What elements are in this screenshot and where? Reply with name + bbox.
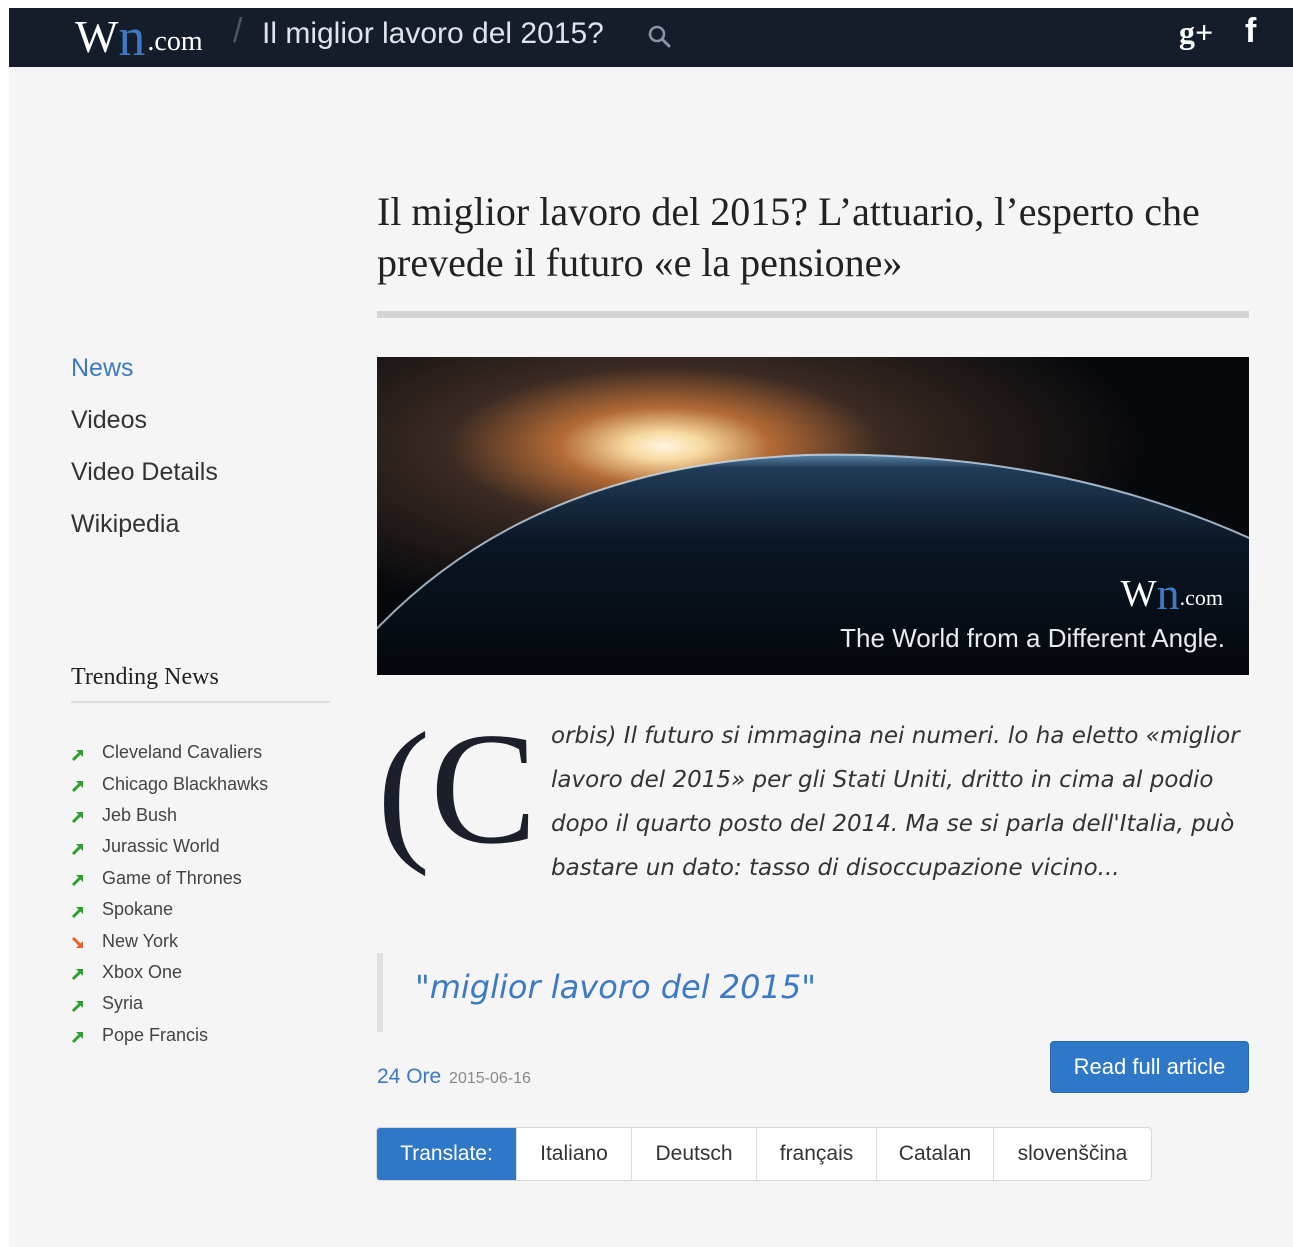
trending-label: Spokane [102, 899, 174, 920]
search-icon[interactable] [647, 24, 673, 54]
top-bar: Wn .com / Il miglior lavoro del 2015? g+ … [9, 8, 1293, 67]
trending-label: Xbox One [102, 961, 183, 982]
sidebar-nav: News Videos Video Details Wikipedia [71, 348, 218, 556]
article-lede: orbis) Il futuro si immagina nei numeri.… [551, 723, 1240, 881]
trend-up-icon [71, 997, 85, 1012]
quote-bar [377, 953, 383, 1032]
list-item[interactable]: Jeb Bush [71, 800, 268, 831]
hero-tagline: The World from a Different Angle. [840, 623, 1225, 653]
trending-label: Cleveland Cavaliers [102, 742, 263, 763]
facebook-icon[interactable]: f [1245, 12, 1256, 51]
breadcrumb-separator: / [233, 12, 243, 50]
source-date: 2015-06-16 [449, 1070, 531, 1087]
trend-up-icon [71, 871, 85, 887]
trend-up-icon [71, 777, 85, 793]
article-headline: Il miglior lavoro del 2015? L’attuario, … [377, 189, 1200, 285]
trending-title: Trending News [71, 664, 219, 690]
hero-logo: Wn .com [1120, 568, 1223, 619]
trending-list: Cleveland Cavaliers Chicago Blackhawks J… [71, 737, 268, 1051]
headline-divider [377, 311, 1249, 318]
article-source: 24 Ore 2015-06-16 [377, 1065, 531, 1089]
hero-logo-domain: .com [1179, 585, 1223, 610]
hero-logo-w: W [1120, 573, 1157, 615]
translate-label: Translate: [377, 1128, 516, 1180]
logo-domain: .com [147, 26, 203, 57]
logo-w: W [75, 11, 119, 62]
sidebar-item-news[interactable]: News [71, 348, 218, 400]
trending-label: Pope Francis [102, 1024, 209, 1045]
trend-up-icon [71, 1028, 85, 1044]
source-name[interactable]: 24 Ore [377, 1065, 441, 1088]
trend-up-icon [71, 746, 85, 761]
lang-francais[interactable]: français [756, 1128, 876, 1180]
trending-label: Syria [102, 993, 144, 1014]
logo-n: n [118, 8, 146, 67]
lang-italiano[interactable]: Italiano [516, 1128, 631, 1180]
read-full-article-button[interactable]: Read full article [1050, 1041, 1249, 1093]
pull-quote: "miglior lavoro del 2015" [415, 968, 816, 1006]
list-item[interactable]: Jurassic World [71, 831, 268, 862]
trending-label: Game of Thrones [102, 867, 242, 888]
list-item[interactable]: Cleveland Cavaliers [71, 737, 268, 768]
list-item[interactable]: Pope Francis [71, 1020, 268, 1051]
trend-down-icon [71, 934, 85, 949]
hero-logo-n: n [1156, 568, 1180, 619]
translate-bar: Translate: Italiano Deutsch français Cat… [376, 1127, 1152, 1181]
lang-deutsch[interactable]: Deutsch [631, 1128, 756, 1180]
trend-up-icon [71, 840, 85, 855]
trend-up-icon [71, 965, 85, 981]
trending-label: Jeb Bush [102, 804, 178, 825]
trend-up-icon [71, 903, 85, 918]
list-item[interactable]: Xbox One [71, 957, 268, 988]
trend-up-icon [71, 808, 85, 824]
page: Wn .com / Il miglior lavoro del 2015? g+ … [9, 8, 1293, 1247]
trending-divider [71, 701, 330, 703]
sidebar-item-video-details[interactable]: Video Details [71, 452, 218, 504]
list-item[interactable]: Chicago Blackhawks [71, 768, 268, 799]
trending-label: Chicago Blackhawks [102, 773, 269, 794]
trending-label: Jurassic World [102, 836, 220, 857]
breadcrumb-title[interactable]: Il miglior lavoro del 2015? [262, 17, 604, 51]
drop-cap: (C [377, 699, 537, 877]
list-item[interactable]: Syria [71, 988, 268, 1019]
google-plus-icon[interactable]: g+ [1179, 14, 1213, 51]
lang-slovenscina[interactable]: slovenščina [993, 1128, 1151, 1180]
list-item[interactable]: New York [71, 925, 268, 956]
hero-image: Wn .com The World from a Different Angle. [377, 357, 1249, 675]
site-logo[interactable]: Wn .com [75, 8, 203, 67]
lang-catalan[interactable]: Catalan [876, 1128, 993, 1180]
trending-label: New York [102, 930, 179, 951]
sidebar-item-wikipedia[interactable]: Wikipedia [71, 504, 218, 556]
sidebar-item-videos[interactable]: Videos [71, 400, 218, 452]
list-item[interactable]: Spokane [71, 894, 268, 925]
list-item[interactable]: Game of Thrones [71, 863, 268, 894]
